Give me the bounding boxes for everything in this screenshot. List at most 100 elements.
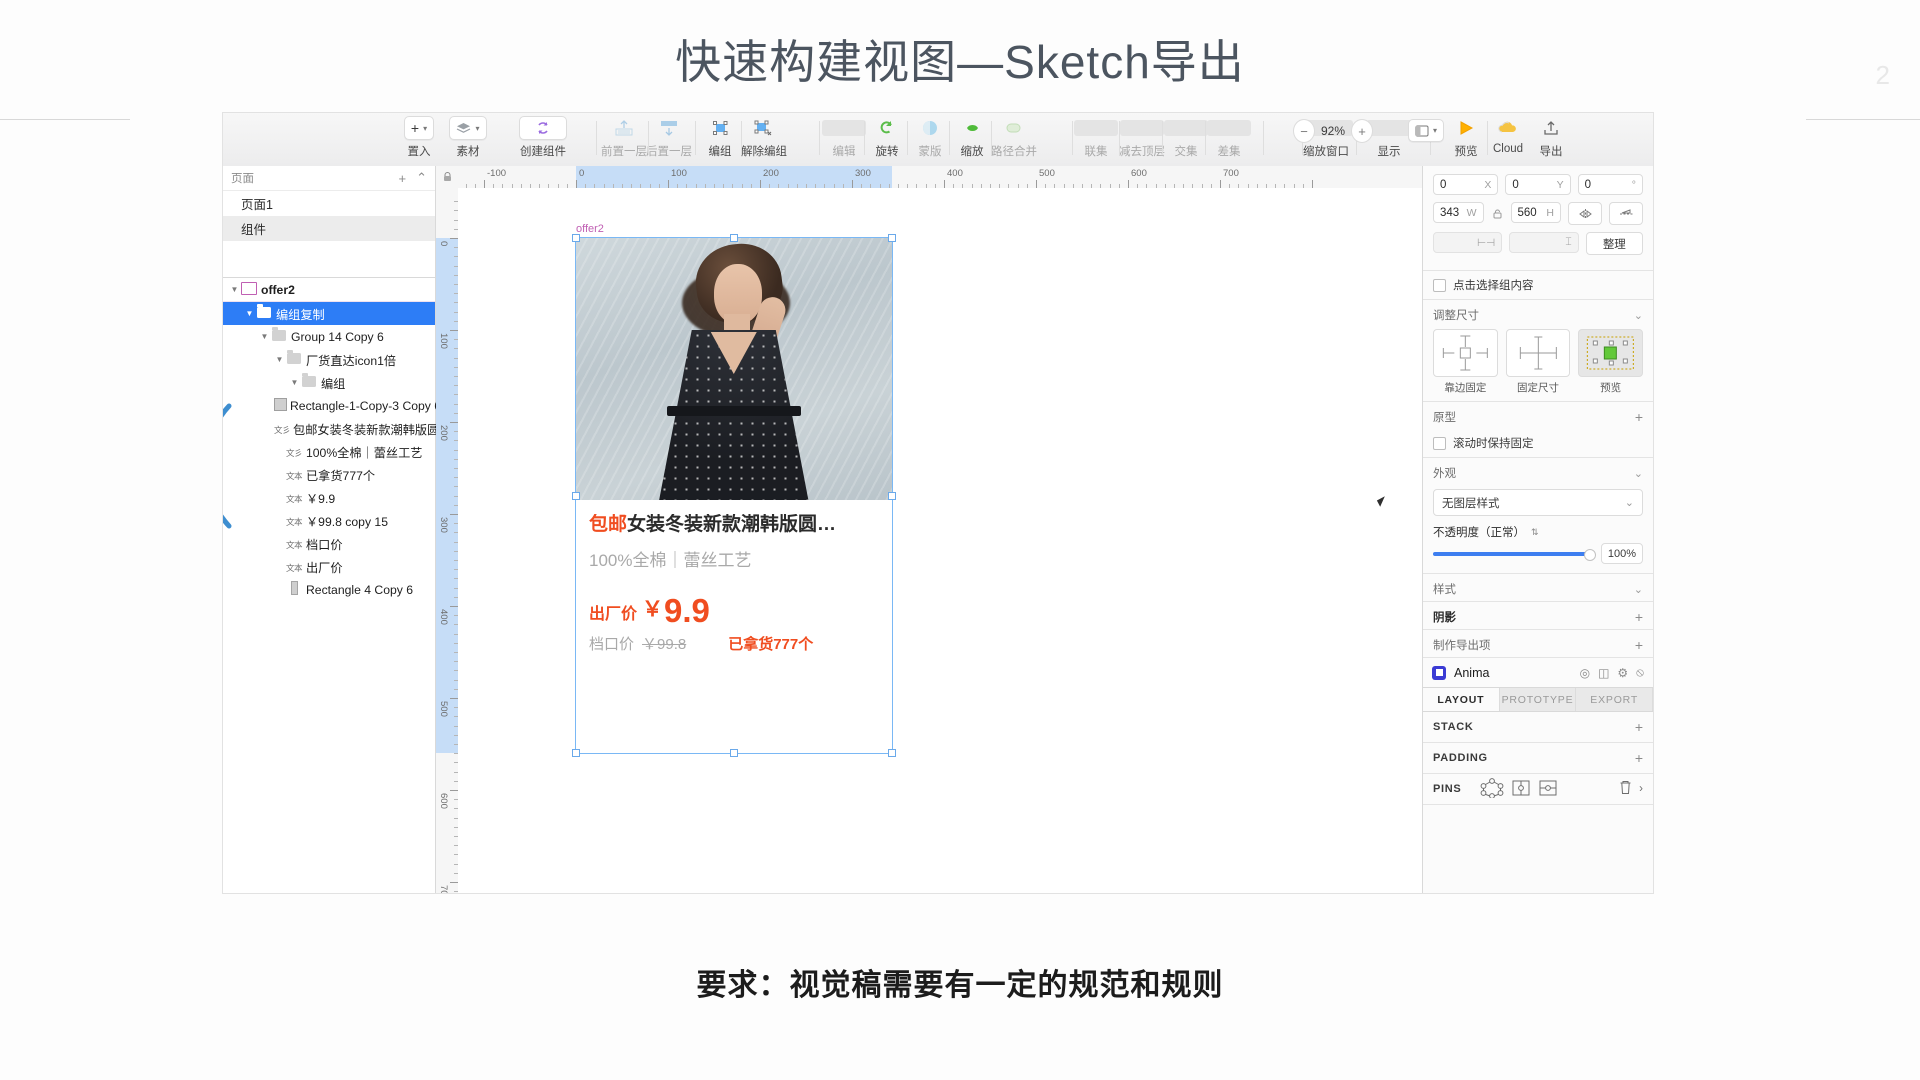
height-field[interactable]: 560 H: [1510, 202, 1561, 223]
layer-row-4[interactable]: ▼ 编组: [223, 371, 435, 394]
resize-option-fixed[interactable]: 固定尺寸: [1505, 329, 1571, 395]
vertical-radius-field[interactable]: ⌶: [1509, 232, 1579, 253]
toolbar-button-create-component[interactable]: 创建组件: [503, 115, 583, 159]
resize-handle[interactable]: [572, 234, 580, 242]
y-field[interactable]: 0Y: [1505, 174, 1571, 195]
anima-row-pins[interactable]: PINS ›: [1423, 774, 1653, 805]
export-section-header[interactable]: 制作导出项 +: [1423, 629, 1653, 657]
shadow-section-header[interactable]: 阴影 +: [1423, 601, 1653, 629]
resize-section-header[interactable]: 调整尺寸 ⌄: [1423, 300, 1653, 327]
resize-option-pin[interactable]: 靠边固定: [1433, 329, 1498, 395]
pins-more-icon[interactable]: ›: [1639, 783, 1643, 795]
disclosure-triangle[interactable]: ▼: [244, 309, 255, 318]
pin-vertical-icon[interactable]: [1538, 779, 1558, 800]
anima-row-padding[interactable]: PADDING +: [1423, 743, 1653, 774]
disclosure-triangle[interactable]: ▼: [229, 285, 240, 294]
resize-handle[interactable]: [729, 234, 738, 242]
anima-row-stack[interactable]: STACK +: [1423, 712, 1653, 743]
layer-row-5[interactable]: Rectangle-1-Copy-3 Copy 64: [223, 394, 448, 417]
anima-tab-prototype[interactable]: PROTOTYPE: [1499, 688, 1577, 711]
resize-handle[interactable]: [887, 234, 896, 242]
anima-row-action[interactable]: +: [1635, 751, 1643, 765]
add-page-icon[interactable]: +: [399, 171, 407, 186]
toolbar-button-difference[interactable]: 差集: [1189, 115, 1269, 159]
artboard-offer2[interactable]: 包邮女装冬装新款潮韩版圆… 100%全棉｜蕾丝工艺 出厂价 ￥ 9.9 档口价 …: [576, 238, 892, 754]
disclosure-triangle[interactable]: ▼: [259, 332, 270, 341]
layer-row-11[interactable]: 文本 档口价: [223, 532, 435, 555]
toolbar-button-export[interactable]: 导出: [1511, 115, 1591, 159]
vertical-ruler[interactable]: 0 100 200 300 400 500 600 700: [436, 188, 459, 893]
resize-handle[interactable]: [729, 749, 738, 758]
radius-field[interactable]: ⊢⊣: [1433, 232, 1503, 253]
layer-row-7[interactable]: 文彡 100%全棉｜蕾丝工艺: [223, 440, 435, 463]
page-item-0[interactable]: 页面1: [223, 191, 435, 216]
layer-row-12[interactable]: 文本 出厂价: [223, 555, 435, 578]
ruler-lock-icon[interactable]: [436, 166, 459, 189]
toolbar-button-ungroup[interactable]: 解除编组: [724, 115, 804, 159]
layer-row-2[interactable]: ▼ Group 14 Copy 6: [223, 325, 435, 348]
opacity-slider-row[interactable]: 100%: [1423, 543, 1653, 573]
toolbar-button-flatten[interactable]: 路径合并: [974, 115, 1054, 159]
fix-on-scroll-checkbox[interactable]: [1433, 436, 1446, 450]
style-section-header[interactable]: 样式 ⌄: [1423, 573, 1653, 601]
chevron-down-icon-style-sec[interactable]: ⌄: [1634, 583, 1643, 596]
appearance-section-header[interactable]: 外观 ⌄: [1423, 458, 1653, 485]
aspect-lock-icon[interactable]: [1491, 202, 1504, 225]
resize-option-preview[interactable]: 预览: [1578, 329, 1644, 395]
anima-target-icon[interactable]: ◎: [1580, 666, 1590, 680]
add-shadow-icon[interactable]: +: [1635, 610, 1643, 624]
opacity-slider[interactable]: [1433, 548, 1596, 561]
layer-row-0[interactable]: ▼ offer2: [223, 278, 435, 302]
horizontal-ruler[interactable]: -100 0 100 200 300 400 500 600 700: [458, 166, 1422, 189]
opacity-stepper-icon[interactable]: ⇅: [1531, 527, 1539, 538]
chevron-down-icon[interactable]: ⌄: [1634, 309, 1643, 322]
anima-settings-icon[interactable]: ⚙: [1617, 666, 1628, 680]
zoom-in-button[interactable]: +: [1351, 119, 1374, 143]
pins-diagram-icon[interactable]: [1480, 777, 1504, 801]
layer-row-6[interactable]: 文彡 包邮女装冬装新款潮韩版圆…: [223, 417, 451, 440]
resize-handle[interactable]: [572, 491, 580, 500]
add-prototype-icon[interactable]: +: [1635, 410, 1643, 424]
select-group-content-row[interactable]: 点击选择组内容: [1423, 271, 1653, 300]
resize-handle[interactable]: [887, 491, 896, 500]
canvas[interactable]: -100 0 100 200 300 400 500 600 700 0 100 200 300 400…: [436, 166, 1422, 893]
canvas-body[interactable]: offer2 包邮女装冬装新款潮韩版圆… 100%全棉｜蕾丝工艺 出厂价 ￥ 9…: [458, 188, 1422, 893]
anima-tab-layout[interactable]: LAYOUT: [1423, 688, 1500, 711]
layer-row-1[interactable]: ▼ 编组复制: [223, 302, 435, 325]
width-field[interactable]: 343 W: [1433, 202, 1484, 223]
layer-style-select[interactable]: 无图层样式 ⌄: [1433, 489, 1643, 516]
prototype-section-header[interactable]: 原型 +: [1423, 401, 1653, 429]
select-group-content-checkbox[interactable]: [1433, 278, 1446, 292]
add-export-icon[interactable]: +: [1635, 638, 1643, 652]
chevron-down-icon-appearance[interactable]: ⌄: [1634, 467, 1643, 480]
anima-hide-icon[interactable]: ⦸: [1636, 665, 1644, 680]
layer-row-8[interactable]: 文本 已拿货777个: [223, 463, 435, 486]
pin-horizontal-icon[interactable]: [1511, 779, 1531, 800]
fix-on-scroll-row[interactable]: 滚动时保持固定: [1423, 429, 1653, 458]
layer-row-10[interactable]: 文本 ￥99.8 copy 15: [223, 509, 435, 532]
toolbar-button-layers-dropdown[interactable]: ▾ 素材: [428, 115, 508, 159]
layer-row-9[interactable]: 文本 ￥9.9: [223, 486, 435, 509]
opacity-value-field[interactable]: 100%: [1601, 543, 1643, 564]
page-item-1[interactable]: 组件: [223, 216, 435, 241]
opacity-slider-knob[interactable]: [1584, 548, 1596, 561]
view-options-button[interactable]: ▾: [1408, 119, 1445, 142]
flip-vertical-button[interactable]: [1609, 202, 1643, 225]
rotation-field[interactable]: 0 °: [1577, 174, 1643, 195]
tidy-button[interactable]: 整理: [1585, 232, 1643, 255]
zoom-control[interactable]: −92% +: [1293, 119, 1374, 143]
artboard-label[interactable]: offer2: [576, 223, 604, 235]
delete-pins-icon[interactable]: [1619, 780, 1632, 798]
anima-columns-icon[interactable]: ◫: [1598, 666, 1609, 680]
resize-handle[interactable]: [572, 749, 580, 758]
collapse-pages-icon[interactable]: ⌃: [416, 170, 427, 186]
disclosure-triangle[interactable]: ▼: [289, 378, 300, 387]
anima-row-action[interactable]: +: [1635, 720, 1643, 734]
flip-horizontal-button[interactable]: [1568, 202, 1602, 225]
zoom-out-button[interactable]: −: [1293, 119, 1315, 143]
layer-row-13[interactable]: Rectangle 4 Copy 6: [223, 578, 435, 601]
anima-tab-export[interactable]: EXPORT: [1576, 688, 1653, 711]
layer-row-3[interactable]: ▼ 厂货直达icon1倍: [223, 348, 435, 371]
x-field[interactable]: 0X: [1433, 174, 1499, 195]
disclosure-triangle[interactable]: ▼: [274, 355, 285, 364]
